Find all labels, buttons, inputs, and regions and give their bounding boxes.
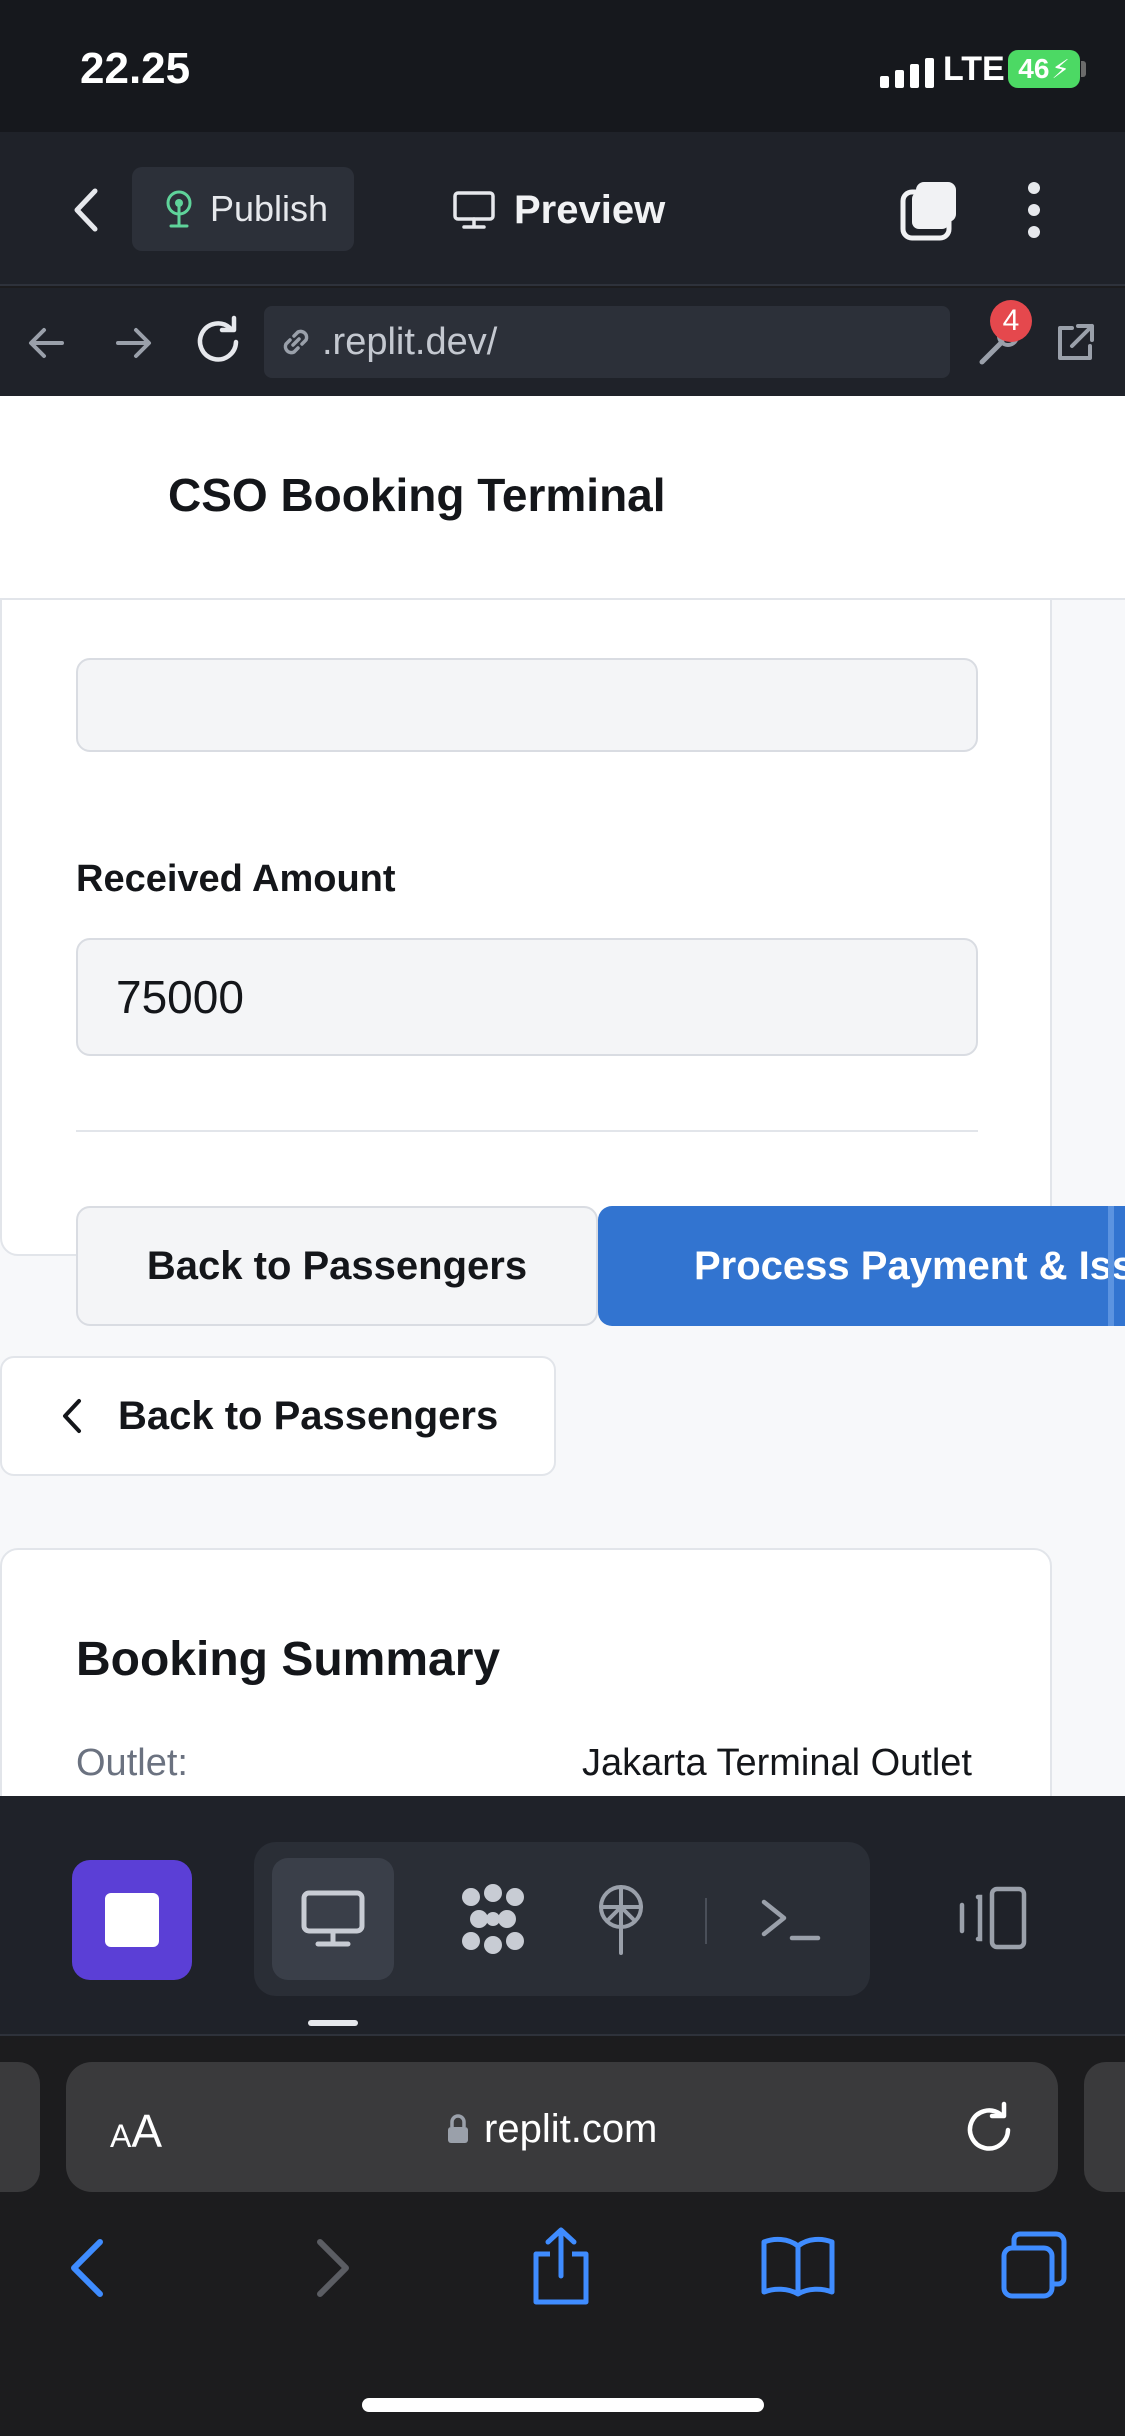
lock-icon (448, 2114, 468, 2143)
preview-tool-tab[interactable] (272, 1858, 394, 1980)
bookmarks-icon[interactable] (760, 2234, 836, 2298)
safari-forward-icon[interactable] (302, 2236, 358, 2300)
monitor-icon (453, 191, 495, 229)
previous-input-field[interactable] (76, 658, 978, 752)
safari-address[interactable]: replit.com (446, 2104, 657, 2154)
process-button-edge (1108, 1206, 1114, 1326)
webview-url-field[interactable]: .replit.dev/ (264, 306, 950, 378)
previous-tab-peek[interactable] (0, 2062, 40, 2192)
text-size-button[interactable]: AA (110, 2104, 162, 2158)
reload-icon[interactable] (190, 314, 246, 370)
preview-tab[interactable]: Preview (452, 180, 665, 240)
stop-button[interactable] (72, 1860, 192, 1980)
payment-card: Received Amount Back to Passengers Proce… (0, 536, 1125, 1326)
outlet-value: Jakarta Terminal Outlet (581, 1742, 972, 1784)
battery-icon: 46 ⚡ (1008, 50, 1080, 88)
agent-tool-tab[interactable] (432, 1858, 554, 1980)
safari-back-icon[interactable] (62, 2236, 118, 2300)
publish-label: Publish (210, 188, 329, 229)
agent-icon (462, 1884, 524, 1954)
tabs-icon[interactable] (898, 178, 962, 242)
notification-badge: 4 (990, 300, 1032, 342)
panels-toggle-button[interactable] (942, 1868, 1042, 1968)
shell-tool-tab[interactable] (730, 1858, 852, 1980)
publish-button[interactable]: Publish (132, 167, 354, 251)
cellular-signal-icon (880, 58, 934, 88)
external-link-icon[interactable] (1050, 318, 1100, 368)
received-amount-input[interactable] (76, 938, 978, 1056)
process-payment-button[interactable]: Process Payment & Iss (598, 1206, 1125, 1326)
booking-summary-card: Booking Summary Outlet: Jakarta Terminal… (0, 1548, 1052, 1796)
app-header: CSO Booking Terminal (0, 396, 1125, 600)
share-icon[interactable] (528, 2226, 594, 2306)
active-tab-indicator (308, 2020, 358, 2026)
preview-label: Preview (514, 187, 666, 232)
more-menu-icon[interactable] (1018, 178, 1050, 242)
monitor-icon (301, 1890, 365, 1947)
received-amount-label: Received Amount (76, 858, 396, 900)
publish-antenna-icon (166, 190, 192, 228)
back-to-passengers-nav-button[interactable]: Back to Passengers (0, 1356, 556, 1476)
back-to-passengers-button[interactable]: Back to Passengers (76, 1206, 598, 1326)
home-indicator (362, 2398, 764, 2412)
tabs-overview-icon[interactable] (998, 2230, 1070, 2302)
arrow-left-icon[interactable] (22, 318, 72, 368)
terminal-icon (761, 1899, 821, 1941)
panels-icon (959, 1886, 1027, 1950)
network-type: LTE (943, 50, 1005, 88)
app-viewport: Received Amount Back to Passengers Proce… (0, 396, 1125, 1796)
deploy-tool-tab[interactable] (560, 1858, 682, 1980)
status-time: 22.25 (80, 44, 191, 93)
stop-icon (105, 1893, 159, 1947)
app-title: CSO Booking Terminal (168, 469, 666, 521)
next-tab-peek[interactable] (1084, 2062, 1125, 2192)
divider (76, 1130, 978, 1132)
safari-address-text: replit.com (484, 2106, 658, 2151)
battery-tip (1081, 61, 1086, 77)
webview-url-text: .replit.dev/ (322, 320, 498, 363)
arrow-right-icon[interactable] (108, 318, 158, 368)
deploy-antenna-icon (599, 1885, 643, 1955)
link-icon (283, 329, 309, 355)
booking-summary-title: Booking Summary (76, 1633, 501, 1686)
back-chevron-icon[interactable] (60, 170, 110, 250)
toolbar-separator (705, 1898, 707, 1944)
back-to-passengers-label: Back to Passengers (118, 1393, 499, 1438)
outlet-label: Outlet: (76, 1742, 188, 1784)
chevron-left-icon (63, 1399, 81, 1433)
safari-reload-icon[interactable] (962, 2098, 1018, 2158)
battery-level: 46 (1018, 53, 1050, 84)
